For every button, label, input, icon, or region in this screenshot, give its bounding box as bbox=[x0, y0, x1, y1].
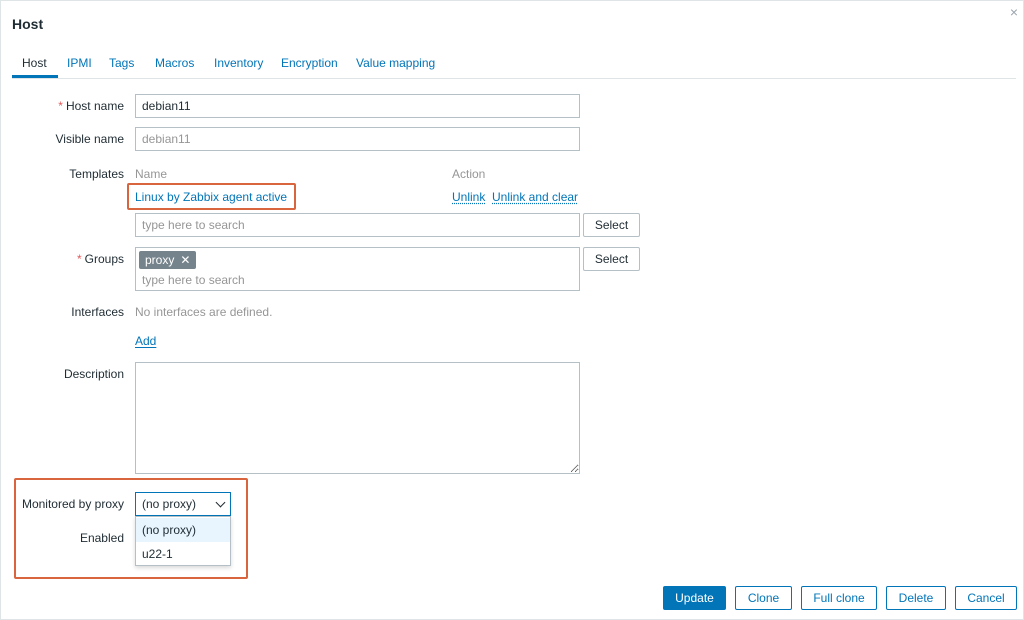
template-select-button[interactable]: Select bbox=[583, 213, 640, 237]
required-marker: * bbox=[76, 252, 82, 266]
update-button[interactable]: Update bbox=[663, 586, 726, 610]
proxy-dropdown-list: (no proxy) u22-1 bbox=[135, 516, 231, 566]
proxy-option-no-proxy[interactable]: (no proxy) bbox=[136, 518, 230, 542]
templates-name-column: Name bbox=[135, 167, 168, 181]
groups-search-placeholder[interactable]: type here to search bbox=[142, 273, 245, 287]
group-chip: proxy ✕ bbox=[139, 251, 197, 269]
full-clone-button[interactable]: Full clone bbox=[801, 586, 877, 610]
cancel-button[interactable]: Cancel bbox=[955, 586, 1017, 610]
groups-label: * Groups bbox=[76, 252, 124, 266]
template-search-input[interactable] bbox=[135, 213, 580, 237]
templates-label: Templates bbox=[69, 167, 124, 181]
delete-button[interactable]: Delete bbox=[886, 586, 946, 610]
tab-value-mapping[interactable]: Value mapping bbox=[356, 56, 435, 70]
tab-encryption[interactable]: Encryption bbox=[281, 56, 338, 70]
remove-icon[interactable]: ✕ bbox=[180, 253, 190, 267]
unlink-link[interactable]: Unlink bbox=[452, 190, 485, 204]
clone-button[interactable]: Clone bbox=[735, 586, 792, 610]
tab-macros[interactable]: Macros bbox=[155, 56, 194, 70]
interfaces-empty-text: No interfaces are defined. bbox=[135, 305, 273, 319]
interfaces-label: Interfaces bbox=[71, 305, 124, 319]
host-name-label: * Host name bbox=[58, 99, 124, 113]
required-marker: * bbox=[58, 99, 63, 113]
enabled-label: Enabled bbox=[79, 531, 124, 545]
groups-multiselect[interactable]: proxy ✕ type here to search bbox=[135, 247, 580, 291]
proxy-option-u22-1[interactable]: u22-1 bbox=[136, 542, 230, 566]
unlink-and-clear-link[interactable]: Unlink and clear bbox=[492, 190, 578, 204]
visible-name-input[interactable] bbox=[135, 127, 580, 151]
active-tab-indicator bbox=[12, 75, 58, 78]
host-name-input[interactable] bbox=[135, 94, 580, 118]
chevron-down-icon bbox=[215, 497, 226, 508]
description-textarea[interactable] bbox=[135, 362, 580, 474]
description-label: Description bbox=[63, 367, 124, 381]
tab-inventory[interactable]: Inventory bbox=[214, 56, 263, 70]
host-dialog: Host × Host IPMI Tags Macros Inventory E… bbox=[0, 0, 1024, 620]
templates-action-column: Action bbox=[452, 167, 486, 181]
tab-tags[interactable]: Tags bbox=[109, 56, 134, 70]
tab-host[interactable]: Host bbox=[22, 56, 47, 70]
add-interface-link[interactable]: Add bbox=[135, 334, 156, 348]
close-icon[interactable]: × bbox=[1010, 5, 1018, 19]
tab-bar: Host IPMI Tags Macros Inventory Encrypti… bbox=[12, 51, 1016, 79]
dialog-title: Host bbox=[12, 16, 44, 32]
proxy-select[interactable]: (no proxy) bbox=[135, 492, 231, 516]
proxy-selected-value: (no proxy) bbox=[142, 497, 197, 511]
tab-ipmi[interactable]: IPMI bbox=[67, 56, 92, 70]
groups-select-button[interactable]: Select bbox=[583, 247, 640, 271]
template-link[interactable]: Linux by Zabbix agent active bbox=[135, 190, 287, 204]
visible-name-label: Visible name bbox=[55, 132, 124, 146]
monitored-by-proxy-label: Monitored by proxy bbox=[21, 497, 124, 511]
